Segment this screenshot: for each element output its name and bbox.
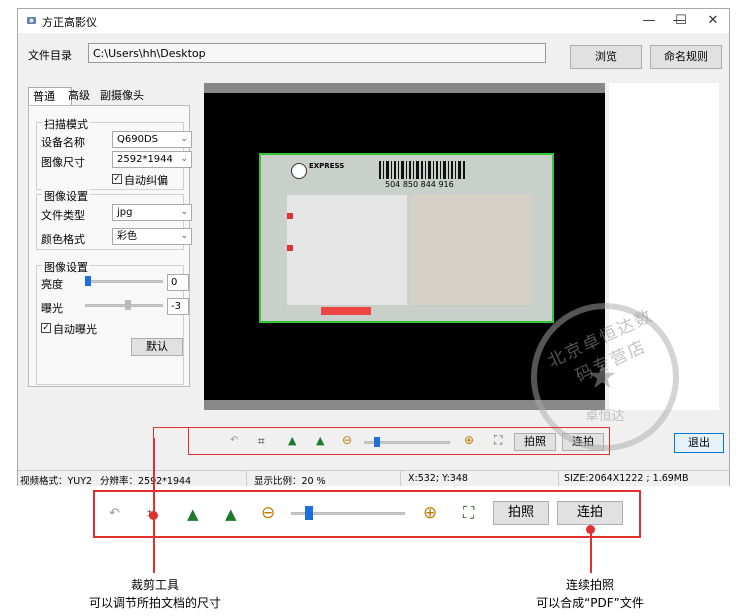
maximize-icon[interactable]: ☐ (666, 11, 696, 31)
chevron-down-icon: ⌄ (180, 134, 188, 144)
exit-button[interactable]: 退出 (674, 433, 724, 453)
doc-left-form (287, 195, 407, 305)
title-bar: 方正高影仪 — (18, 9, 729, 33)
fit-screen-icon[interactable]: ⛶ (463, 503, 474, 523)
preview-top-band (204, 83, 605, 93)
crop-caption-title: 裁剪工具 (130, 578, 179, 592)
size-value: 2592*1944 (117, 154, 173, 165)
minimize-icon[interactable]: — (634, 11, 664, 31)
size-select[interactable]: 2592*1944 ⌄ (112, 151, 192, 168)
brightness-label: 亮度 (41, 278, 63, 291)
doc-red-mark (287, 213, 293, 219)
doc-red-stamp (321, 307, 371, 315)
rotate-icon[interactable]: ↶ (109, 506, 120, 521)
chevron-down-icon: ⌄ (180, 207, 188, 217)
image-settings-title: 图像设置 (42, 188, 90, 204)
device-select[interactable]: Q690DS ⌄ (112, 131, 192, 148)
auto-deskew-checkbox[interactable]: ✓ (112, 174, 122, 184)
crop-callout-line (153, 438, 155, 573)
sf-logo-icon (291, 163, 307, 179)
default-button[interactable]: 默认 (131, 338, 183, 356)
auto-exposure-label: 自动曝光 (53, 323, 97, 336)
auto-exposure-checkbox[interactable]: ✓ (41, 323, 51, 333)
zoom-in-icon[interactable]: ⊕ (423, 503, 437, 523)
file-type-label: 文件类型 (41, 209, 85, 222)
rotate-right-icon[interactable]: ▲ (225, 505, 237, 523)
chevron-down-icon: ⌄ (180, 154, 188, 164)
status-resolution: 分辨率：2592*1944 (100, 476, 192, 487)
image-adjust-group: 图像设置 亮度 0 曝光 -3 ✓ 自动曝光 默认 (36, 259, 189, 385)
brightness-slider-thumb[interactable] (85, 276, 91, 286)
image-settings-group: 图像设置 文件类型 jpg ⌄ 颜色格式 彩色 ⌄ (36, 188, 192, 250)
watermark-bottom-text: 卓恒达 (585, 409, 625, 424)
zoom-out-icon[interactable]: ⊖ (261, 503, 275, 523)
doc-brand: EXPRESS (309, 162, 345, 170)
status-divider (246, 471, 247, 486)
image-adjust-title: 图像设置 (42, 259, 90, 275)
barcode-icon (379, 161, 465, 179)
status-video-format: 视频格式：YUY2 (20, 476, 93, 487)
naming-rules-button[interactable]: 命名规则 (650, 45, 722, 69)
scan-mode-title: 扫描模式 (42, 116, 90, 132)
device-value: Q690DS (117, 134, 159, 145)
color-format-label: 颜色格式 (41, 233, 85, 246)
burst-caption-desc: 可以合成“PDF”文件 (536, 596, 644, 610)
exposure-slider[interactable] (85, 304, 163, 307)
status-bar: 视频格式：YUY2 分辨率：2592*1944 显示比例：20 % X:532;… (18, 470, 729, 487)
size-label: 图像尺寸 (41, 156, 85, 169)
capture-button[interactable]: 拍照 (493, 501, 549, 525)
zoom-slider-thumb[interactable] (304, 506, 313, 520)
crop-caption-desc: 可以调节所拍文档的尺寸 (88, 596, 221, 610)
zoomed-toolbar: ↶ ⌗ ▲ ▲ ⊖ ⊕ ⛶ 拍照 连拍 (93, 490, 641, 538)
device-label: 设备名称 (41, 136, 85, 149)
exposure-slider-thumb[interactable] (125, 300, 131, 310)
doc-barcode-number: 504 850 844 916 (385, 180, 454, 189)
tab-secondary-camera[interactable]: 副摄像头 (96, 87, 154, 105)
burst-caption-title: 连续拍照 (565, 578, 614, 592)
status-size: SIZE:2064X1222 ; 1.69MB (564, 473, 689, 484)
scan-mode-group: 扫描模式 设备名称 Q690DS ⌄ 图像尺寸 2592*1944 ⌄ ✓ 自动纠偏 (36, 116, 192, 190)
browse-button[interactable]: 浏览 (570, 45, 642, 69)
status-divider (558, 471, 559, 486)
exposure-value[interactable]: -3 (167, 298, 189, 315)
directory-input[interactable]: C:\Users\hh\Desktop (88, 43, 546, 63)
rotate-left-icon[interactable]: ▲ (187, 505, 199, 523)
callout-bracket (153, 427, 189, 438)
close-icon[interactable]: ✕ (698, 11, 728, 31)
file-type-select[interactable]: jpg ⌄ (112, 204, 192, 221)
settings-panel: 扫描模式 设备名称 Q690DS ⌄ 图像尺寸 2592*1944 ⌄ ✓ 自动纠偏… (28, 105, 192, 387)
auto-deskew-label: 自动纠偏 (124, 174, 168, 187)
doc-right-form (411, 195, 531, 305)
brightness-slider[interactable] (85, 280, 163, 283)
app-icon (27, 17, 36, 24)
doc-red-mark (287, 245, 293, 251)
status-divider (400, 471, 401, 486)
burst-callout-line (590, 530, 592, 573)
brightness-value[interactable]: 0 (167, 274, 189, 291)
status-display-ratio: 显示比例：20 % (254, 476, 326, 487)
tab-advanced[interactable]: 高级 (64, 87, 100, 105)
continuous-capture-button[interactable]: 连拍 (557, 501, 623, 525)
scanned-document[interactable]: EXPRESS 504 850 844 916 (259, 153, 554, 323)
directory-label: 文件目录 (28, 49, 72, 62)
file-type-value: jpg (117, 207, 133, 218)
star-icon: ★ (587, 357, 618, 397)
status-coords: X:532; Y:348 (408, 473, 468, 484)
chevron-down-icon: ⌄ (180, 231, 188, 241)
color-format-value: 彩色 (117, 231, 137, 242)
exposure-label: 曝光 (41, 302, 63, 315)
color-format-select[interactable]: 彩色 ⌄ (112, 228, 192, 245)
window-title: 方正高影仪 (42, 16, 97, 29)
toolbar-highlight-box (188, 427, 610, 455)
